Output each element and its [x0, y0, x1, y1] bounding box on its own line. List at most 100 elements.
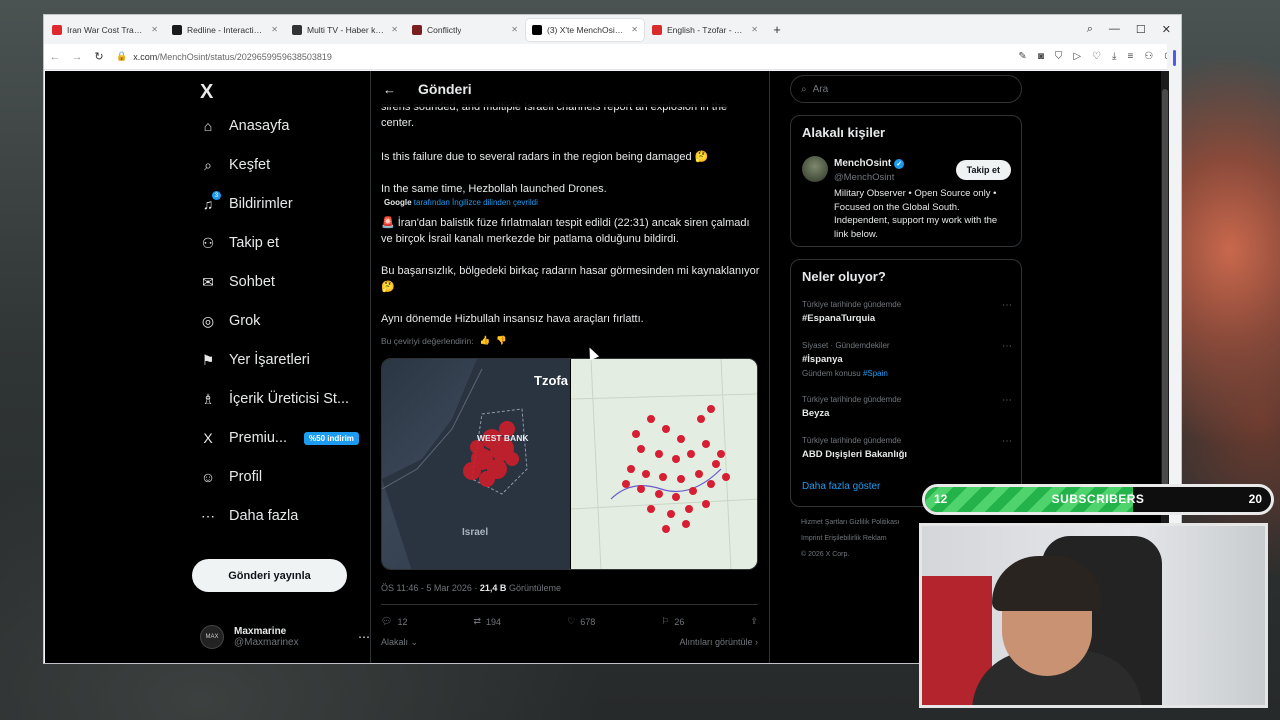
trend-extra: Gündem konusu #Spain — [802, 369, 1012, 378]
scrollbar-thumb[interactable] — [1162, 89, 1168, 509]
google-label: Google — [384, 198, 412, 207]
browser-tab[interactable]: Multi TV - Haber kanalları ✕ — [286, 19, 404, 41]
search-icon: ⌕ — [204, 156, 212, 173]
repost-button[interactable]: ⇄ 194 — [474, 616, 502, 627]
nav-item[interactable]: ⋯ Daha fazla — [200, 508, 298, 525]
close-window-button[interactable]: ✕ — [1162, 23, 1171, 36]
nav-item[interactable]: X Premiu... %50 indirim — [200, 430, 359, 446]
nav-item[interactable]: ☺ Profil — [200, 469, 262, 485]
maximize-button[interactable]: ☐ — [1136, 23, 1146, 36]
person-add-icon: ⚇ — [201, 234, 215, 251]
tab-title: Redline - Interactive Strat — [187, 24, 266, 35]
search-tabs-icon[interactable]: ⌕ — [1087, 23, 1093, 36]
play-icon[interactable]: ▷ — [1073, 51, 1081, 62]
shield-icon[interactable]: ⛉ — [1055, 51, 1063, 62]
x-logo[interactable]: X — [200, 81, 213, 104]
search-placeholder: Ara — [812, 83, 829, 95]
bookmark-button[interactable]: ⚐ 26 — [661, 616, 684, 627]
browser-tab[interactable]: Conflictly ✕ — [406, 19, 524, 41]
post-button[interactable]: Gönderi yayınla — [192, 559, 347, 592]
sort-replies-dropdown[interactable]: Alakalı ⌄ — [381, 637, 418, 648]
discount-badge: %50 indirim — [304, 431, 359, 445]
browser-tab[interactable]: Iran War Cost Tracker — L ✕ — [46, 19, 164, 41]
heart-icon[interactable]: ♡ — [1092, 51, 1101, 62]
webcam-overlay — [919, 523, 1268, 708]
repost-count: 194 — [486, 616, 502, 627]
related-title: Alakalı kişiler — [802, 125, 886, 140]
more-options-icon[interactable]: ⋯ — [1002, 436, 1012, 447]
nav-label: Yer İşaretleri — [229, 352, 310, 368]
nav-item[interactable]: ⌂ Anasayfa — [200, 118, 290, 134]
camera-icon[interactable]: ◙ — [1038, 51, 1044, 62]
account-switcher[interactable]: MAX Maxmarine @Maxmarinex ⋯ — [200, 619, 370, 655]
nav-item[interactable]: ⚇ Takip et — [200, 234, 279, 252]
nav-item[interactable]: ⚑ Yer İşaretleri — [200, 352, 310, 369]
show-more-link[interactable]: Daha fazla göster — [802, 481, 880, 492]
subscriber-goal: 20 — [1248, 492, 1262, 506]
close-tab-icon[interactable]: ✕ — [631, 25, 638, 34]
close-tab-icon[interactable]: ✕ — [391, 25, 398, 34]
view-quotes-link[interactable]: Alıntıları görüntüle › — [679, 637, 758, 648]
share-icon: ⇪ — [750, 616, 758, 626]
browser-tab[interactable]: Redline - Interactive Strat ✕ — [166, 19, 284, 41]
post-media-map[interactable]: WEST BANK Israel Tzofa — [381, 358, 758, 570]
search-icon: ⌕ — [801, 83, 807, 95]
follow-button[interactable]: Takip et — [955, 160, 1011, 180]
nav-item[interactable]: ◎ Grok — [200, 313, 261, 330]
minimize-button[interactable]: — — [1109, 23, 1120, 36]
new-tab-button[interactable]: + — [768, 22, 786, 37]
person-avatar[interactable] — [802, 156, 828, 182]
like-button[interactable]: ♡ 678 — [567, 616, 595, 627]
post-header: ← Gönderi — [371, 71, 769, 107]
back-arrow-icon[interactable]: ← — [383, 82, 396, 97]
forward-button[interactable]: → — [66, 51, 88, 63]
more-options-icon[interactable]: ⋯ — [1002, 395, 1012, 406]
close-tab-icon[interactable]: ✕ — [271, 25, 278, 34]
more-options-icon[interactable]: ⋯ — [358, 630, 370, 644]
search-input[interactable]: ⌕ Ara — [790, 75, 1022, 103]
trend-item[interactable]: Türkiye tarihinde gündemde ABD Dışişleri … — [802, 436, 1012, 460]
view-count: 21,4 B — [479, 583, 507, 593]
thumbs-down-icon[interactable]: 👎 — [496, 335, 507, 346]
thumbs-up-icon[interactable]: 👍 — [480, 335, 491, 346]
lock-icon[interactable]: 🔒 — [116, 51, 127, 62]
avatar: MAX — [200, 625, 224, 649]
back-button[interactable]: ← — [44, 51, 66, 63]
tab-title: English - Tzofar - Red Aler — [667, 24, 746, 35]
translation-link[interactable]: tarafından İngilizce dilinden çevrildi — [414, 198, 538, 207]
close-tab-icon[interactable]: ✕ — [511, 25, 518, 34]
reload-button[interactable]: ↻ — [88, 50, 110, 63]
browser-tab[interactable]: (3) X'te MenchOsint: " ✕ — [526, 18, 644, 41]
close-tab-icon[interactable]: ✕ — [751, 25, 758, 34]
person-name-row[interactable]: MenchOsint ✓ — [834, 158, 905, 169]
tab-title: Conflictly — [427, 24, 462, 35]
trend-item[interactable]: Türkiye tarihinde gündemde Beyza ⋯ — [802, 395, 1012, 419]
notification-badge: 3 — [212, 191, 221, 200]
url-field[interactable]: x.com/MenchOsint/status/2029659959638503… — [133, 52, 332, 62]
close-tab-icon[interactable]: ✕ — [151, 25, 158, 34]
nav-item[interactable]: ✉ Sohbet — [200, 274, 275, 291]
more-options-icon[interactable]: ⋯ — [1002, 300, 1012, 311]
profile-icon[interactable]: ⚇ — [1144, 51, 1153, 62]
nav-item[interactable]: ⌕ Keşfet — [200, 156, 270, 174]
more-options-icon[interactable]: ⋯ — [1002, 341, 1012, 352]
menu-icon[interactable]: ≡ — [1127, 51, 1133, 62]
chevron-right-icon: › — [755, 637, 758, 647]
nav-item[interactable]: ♗ İçerik Üreticisi St... — [200, 390, 349, 408]
address-bar-icons: ✎ ◙ ⛉ ▷ ♡ ⤓ ≡ ⚇ ⬡ — [1018, 51, 1181, 62]
tab-title: Multi TV - Haber kanalları — [307, 24, 386, 35]
reply-button[interactable]: 💬︎ 12 — [381, 616, 407, 627]
person-name: MenchOsint — [834, 158, 892, 169]
download-icon[interactable]: ⤓ — [1112, 51, 1116, 62]
share-button[interactable]: ⇪ — [750, 616, 758, 627]
map-label-tzofar: Tzofa — [534, 373, 569, 388]
post-timestamp[interactable]: ÖS 11:46 - 5 Mar 2026 · — [381, 583, 477, 593]
heart-icon: ♡ — [567, 616, 576, 626]
browser-tab[interactable]: English - Tzofar - Red Aler ✕ — [646, 19, 764, 41]
trend-item[interactable]: Siyaset · Gündemdekiler #İspanya ⋯ Gündem k… — [802, 341, 1012, 378]
edit-icon[interactable]: ✎ — [1018, 51, 1026, 62]
creator-icon: ♗ — [201, 390, 215, 407]
nav-item[interactable]: ♫ 3 Bildirimler — [200, 191, 293, 212]
trend-extra-link[interactable]: #Spain — [863, 369, 888, 378]
trend-item[interactable]: Türkiye tarihinde gündemde #EspanaTurquia… — [802, 300, 1012, 324]
